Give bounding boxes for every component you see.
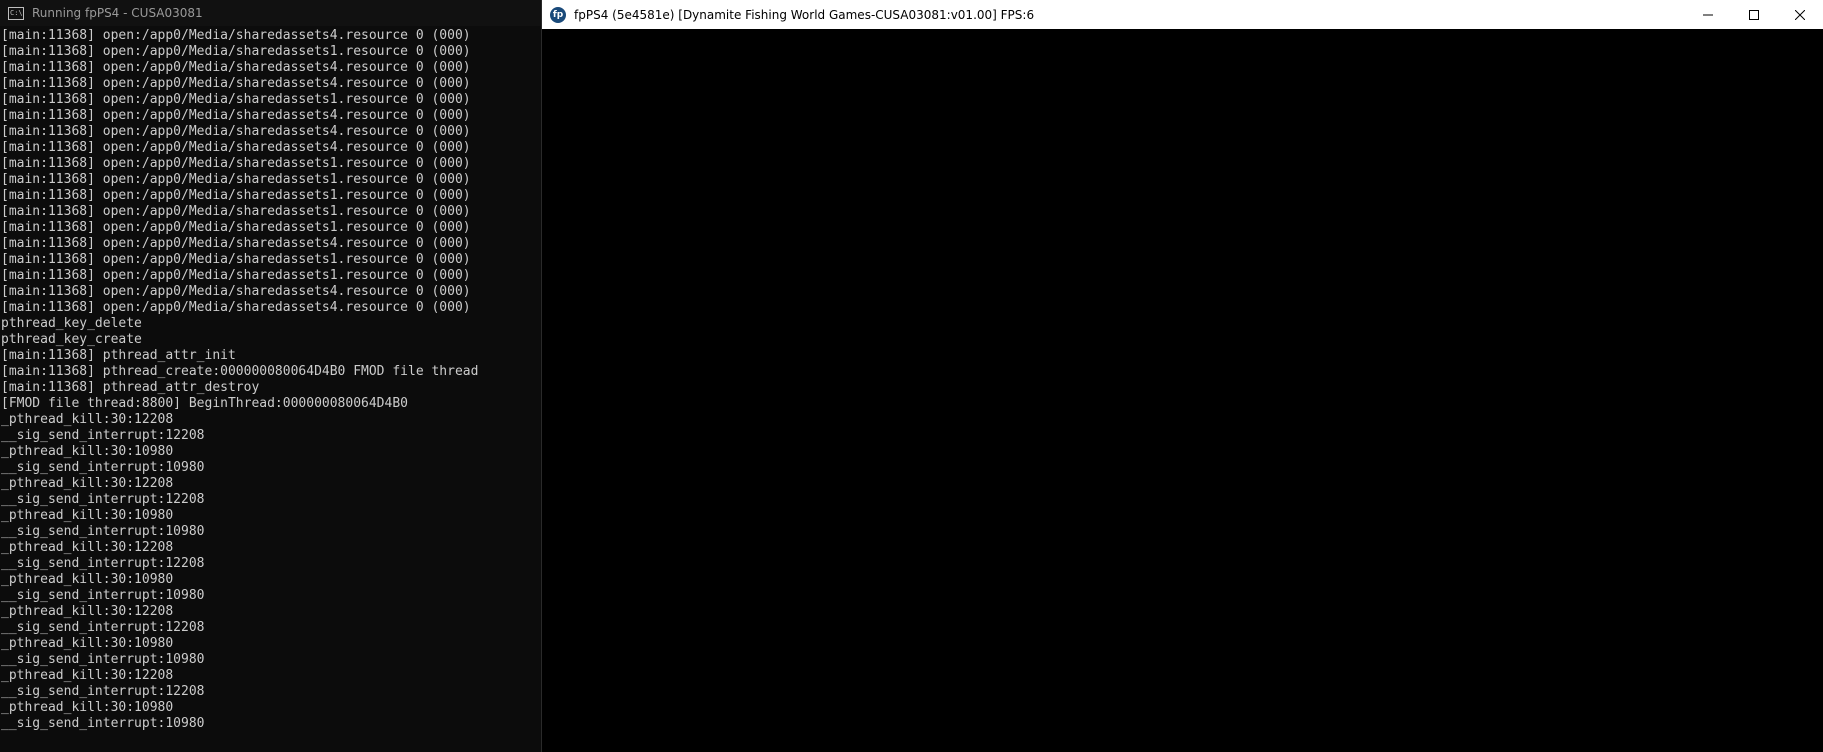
- console-line: [main:11368] open:/app0/Media/sharedasse…: [1, 220, 471, 235]
- emulator-window[interactable]: fp fpPS4 (5e4581e) [Dynamite Fishing Wor…: [542, 0, 1823, 752]
- console-line: _pthread_kill:30:10980: [1, 444, 174, 459]
- console-line: __sig_send_interrupt:12208: [1, 492, 205, 507]
- console-line: __sig_send_interrupt:12208: [1, 428, 205, 443]
- console-line: [main:11368] open:/app0/Media/sharedasse…: [1, 300, 471, 315]
- console-line: [main:11368] open:/app0/Media/sharedasse…: [1, 76, 471, 91]
- console-output[interactable]: [main:11368] open:/app0/Media/sharedasse…: [0, 28, 541, 752]
- emulator-title: fpPS4 (5e4581e) [Dynamite Fishing World …: [574, 7, 1035, 22]
- desktop: C:\ Running fpPS4 - CUSA03081 [main:1136…: [0, 0, 1823, 752]
- minimize-icon: [1703, 14, 1713, 15]
- console-line: [main:11368] open:/app0/Media/sharedasse…: [1, 284, 471, 299]
- console-app-icon: C:\: [8, 6, 24, 20]
- console-line: _pthread_kill:30:12208: [1, 668, 174, 683]
- console-line: [main:11368] open:/app0/Media/sharedasse…: [1, 252, 471, 267]
- console-line: __sig_send_interrupt:12208: [1, 620, 205, 635]
- console-line: [main:11368] pthread_attr_destroy: [1, 380, 260, 395]
- console-line: __sig_send_interrupt:10980: [1, 652, 205, 667]
- console-line: [main:11368] open:/app0/Media/sharedasse…: [1, 268, 471, 283]
- console-line: pthread_key_delete: [1, 316, 142, 331]
- console-line: [main:11368] open:/app0/Media/sharedasse…: [1, 108, 471, 123]
- console-line: [main:11368] open:/app0/Media/sharedasse…: [1, 124, 471, 139]
- console-line: __sig_send_interrupt:10980: [1, 588, 205, 603]
- console-line: [main:11368] pthread_attr_init: [1, 348, 236, 363]
- console-line: __sig_send_interrupt:12208: [1, 556, 205, 571]
- window-controls: [1685, 0, 1823, 29]
- console-line: _pthread_kill:30:12208: [1, 604, 174, 619]
- console-line: __sig_send_interrupt:10980: [1, 716, 205, 731]
- console-line: _pthread_kill:30:10980: [1, 508, 174, 523]
- close-button[interactable]: [1777, 0, 1823, 29]
- console-line: [main:11368] pthread_create:000000080064…: [1, 364, 479, 379]
- console-line: __sig_send_interrupt:10980: [1, 460, 205, 475]
- fpps4-app-icon: fp: [550, 6, 566, 23]
- console-line: _pthread_kill:30:12208: [1, 476, 174, 491]
- console-window[interactable]: C:\ Running fpPS4 - CUSA03081 [main:1136…: [0, 0, 542, 752]
- console-line: [main:11368] open:/app0/Media/sharedasse…: [1, 188, 471, 203]
- console-line: pthread_key_create: [1, 332, 142, 347]
- console-line: [main:11368] open:/app0/Media/sharedasse…: [1, 92, 471, 107]
- console-line: _pthread_kill:30:12208: [1, 412, 174, 427]
- minimize-button[interactable]: [1685, 0, 1731, 29]
- console-line: _pthread_kill:30:10980: [1, 572, 174, 587]
- console-line: __sig_send_interrupt:10980: [1, 524, 205, 539]
- game-viewport[interactable]: [542, 29, 1823, 752]
- console-title: Running fpPS4 - CUSA03081: [32, 6, 203, 20]
- console-line: _pthread_kill:30:10980: [1, 636, 174, 651]
- console-line: __sig_send_interrupt:12208: [1, 684, 205, 699]
- console-titlebar[interactable]: C:\ Running fpPS4 - CUSA03081: [0, 0, 541, 26]
- console-line: [main:11368] open:/app0/Media/sharedasse…: [1, 140, 471, 155]
- console-line: [main:11368] open:/app0/Media/sharedasse…: [1, 156, 471, 171]
- console-line: [main:11368] open:/app0/Media/sharedasse…: [1, 28, 471, 43]
- console-line: [main:11368] open:/app0/Media/sharedasse…: [1, 204, 471, 219]
- console-line: [main:11368] open:/app0/Media/sharedasse…: [1, 60, 471, 75]
- console-line: _pthread_kill:30:12208: [1, 540, 174, 555]
- console-line: [main:11368] open:/app0/Media/sharedasse…: [1, 44, 471, 59]
- console-line: _pthread_kill:30:10980: [1, 700, 174, 715]
- console-line: [FMOD file thread:8800] BeginThread:0000…: [1, 396, 408, 411]
- maximize-button[interactable]: [1731, 0, 1777, 29]
- close-icon: [1795, 9, 1805, 20]
- console-line: [main:11368] open:/app0/Media/sharedasse…: [1, 172, 471, 187]
- maximize-icon: [1749, 9, 1759, 20]
- emulator-titlebar[interactable]: fp fpPS4 (5e4581e) [Dynamite Fishing Wor…: [542, 0, 1823, 29]
- console-line: [main:11368] open:/app0/Media/sharedasse…: [1, 236, 471, 251]
